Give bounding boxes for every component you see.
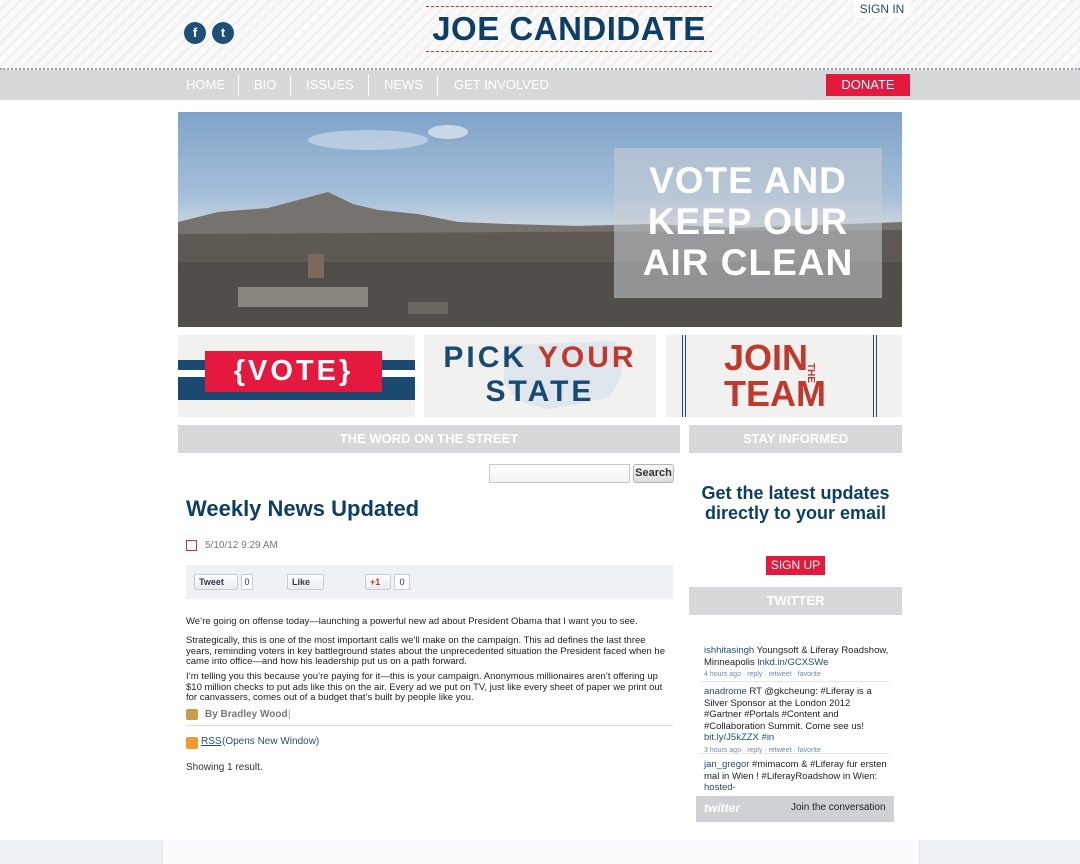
nav-divider xyxy=(437,74,438,96)
post-byline[interactable]: By Bradley Wood xyxy=(205,709,288,720)
nav-home[interactable]: HOME xyxy=(186,70,225,100)
pick-state-line2: STATE xyxy=(485,375,595,408)
twitter-icon[interactable]: t xyxy=(212,22,234,44)
nav-divider xyxy=(238,74,239,96)
your-word: YOUR xyxy=(537,341,637,374)
hero-line: AIR CLEAN xyxy=(642,242,854,283)
page-footer-inner xyxy=(162,840,920,864)
hero-line: KEEP OUR xyxy=(647,201,849,242)
email-updates-promo: Get the latest updates directly to your … xyxy=(701,483,890,523)
post-date: 5/10/12 9:29 AM xyxy=(205,540,278,551)
byline-separator: | xyxy=(288,709,291,720)
post-paragraph: Strategically, this is one of the most i… xyxy=(186,635,665,667)
twitter-header: TWITTER xyxy=(689,587,902,615)
tweet-link[interactable]: lnkd.in/GCXSWe xyxy=(757,657,828,668)
tweet-user[interactable]: anadrome xyxy=(704,686,747,697)
sign-up-button[interactable]: SIGN UP xyxy=(766,556,825,575)
twitter-feed[interactable]: ishhitasingh Youngsoft & Liferay Roadsho… xyxy=(696,636,894,823)
pick-word: PICK xyxy=(443,341,538,374)
tweet-link[interactable]: bit.ly/J5kZZX #in xyxy=(704,732,774,743)
tweet-link[interactable]: hosted- xyxy=(704,782,736,793)
nav-bio[interactable]: BIO xyxy=(254,70,276,100)
divider xyxy=(700,681,890,682)
post-title[interactable]: Weekly News Updated xyxy=(186,496,419,522)
team-word: TEAM xyxy=(724,373,826,414)
rss-link[interactable]: RSS xyxy=(201,736,222,747)
search-input[interactable] xyxy=(489,464,630,483)
share-bar: Tweet 0 Like +1 0 xyxy=(186,565,673,599)
pick-your-state-tile[interactable]: PICK YOUR STATE xyxy=(424,335,656,417)
post-paragraph: I’m telling you this because you’re payi… xyxy=(186,671,663,703)
tweet-item: ishhitasingh Youngsoft & Liferay Roadsho… xyxy=(704,645,890,681)
hero-line: VOTE AND xyxy=(649,160,847,201)
join-word: JOIN xyxy=(724,337,809,378)
tweet-item: anadrome RT @gkcheung: #Liferay is a Sil… xyxy=(704,686,890,756)
sign-in-link[interactable]: SIGN IN xyxy=(854,0,910,17)
pick-state-line1: PICK YOUR xyxy=(424,341,656,375)
nav-divider xyxy=(290,74,291,96)
main-nav: HOME BIO ISSUES NEWS GET INVOLVED DONATE xyxy=(0,70,1080,100)
stay-informed-header: STAY INFORMED xyxy=(689,425,902,453)
facebook-like-button[interactable]: Like xyxy=(287,574,324,590)
vote-promo-tile[interactable]: {VOTE} xyxy=(178,335,415,417)
divider xyxy=(186,725,673,726)
rss-icon[interactable] xyxy=(186,737,198,749)
stripe-left xyxy=(682,335,686,417)
google-plus-button[interactable]: +1 xyxy=(365,574,391,590)
join-conversation-link[interactable]: Join the conversation xyxy=(791,802,886,813)
tweet-button[interactable]: Tweet xyxy=(194,574,238,590)
divider xyxy=(700,753,890,754)
rss-window-note[interactable]: (Opens New Window) xyxy=(222,736,319,747)
search-button[interactable]: Search xyxy=(633,464,674,483)
nav-news[interactable]: NEWS xyxy=(384,70,423,100)
vote-label: {VOTE} xyxy=(205,351,382,392)
tweet-count: 0 xyxy=(241,574,253,590)
donate-button[interactable]: DONATE xyxy=(826,74,910,96)
site-logo[interactable]: JOE CANDIDATE xyxy=(426,6,712,52)
nav-get-involved[interactable]: GET INVOLVED xyxy=(454,70,549,100)
twitter-logo[interactable]: twitter xyxy=(704,801,740,815)
hero-headline: VOTE AND KEEP OUR AIR CLEAN xyxy=(624,160,872,283)
post-paragraph: We’re going on offense today—launching a… xyxy=(186,616,638,627)
results-count: Showing 1 result. xyxy=(186,762,263,773)
author-icon xyxy=(186,709,198,720)
tweet-user[interactable]: ishhitasingh xyxy=(704,645,754,656)
facebook-icon[interactable]: f xyxy=(184,22,206,44)
plus-count: 0 xyxy=(394,574,410,590)
tweet-meta[interactable]: 4 hours ago · reply · retweet · favorite xyxy=(704,671,821,678)
join-the-team-tile[interactable]: JOIN THE TEAM xyxy=(666,335,902,417)
tweet-user[interactable]: jan_gregor xyxy=(704,759,749,770)
site-header: f t JOE CANDIDATE SIGN IN xyxy=(0,0,1080,70)
tweet-item: jan_gregor #mimacom & #Liferay fur erste… xyxy=(704,759,890,794)
word-on-the-street-header: THE WORD ON THE STREET xyxy=(178,425,680,453)
nav-issues[interactable]: ISSUES xyxy=(306,70,354,100)
nav-divider xyxy=(368,74,369,96)
calendar-icon xyxy=(186,540,197,551)
stripe-right xyxy=(873,335,877,417)
hero-banner[interactable]: VOTE AND KEEP OUR AIR CLEAN xyxy=(178,112,902,327)
